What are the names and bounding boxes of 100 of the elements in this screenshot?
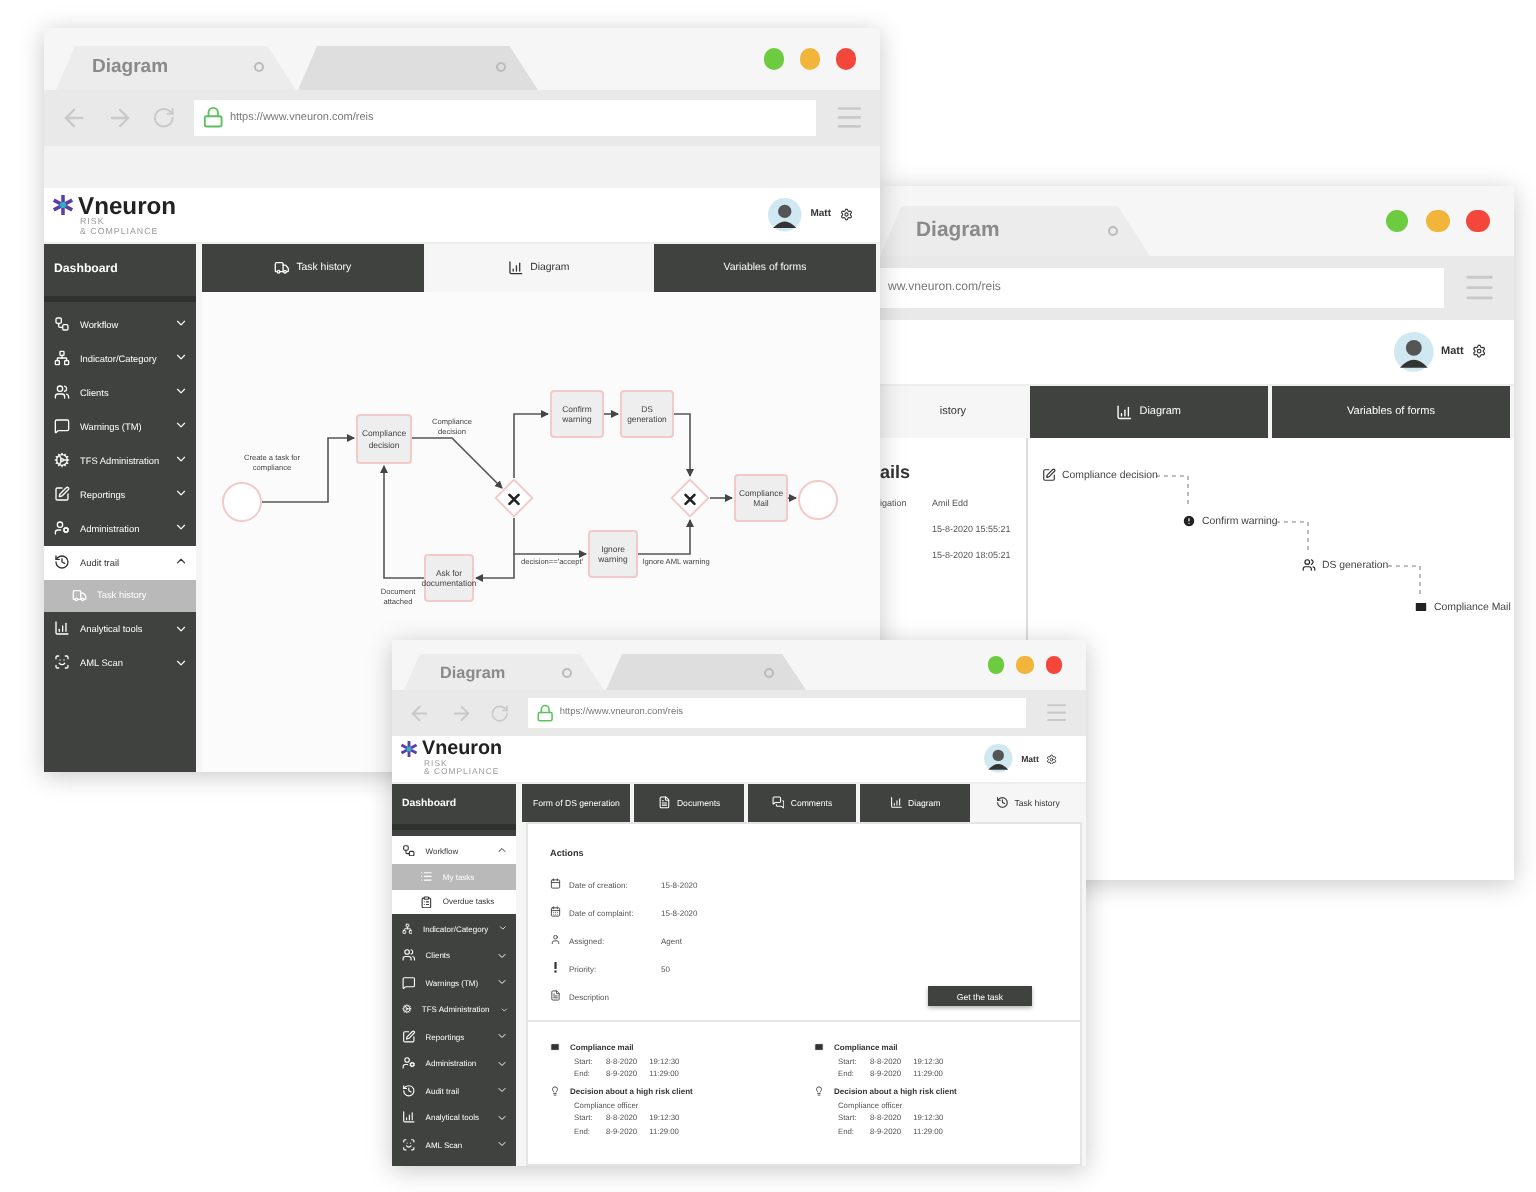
chevron-icon bbox=[499, 1003, 508, 1016]
gear-icon bbox=[54, 452, 70, 468]
menu-icon[interactable] bbox=[833, 102, 864, 134]
chevron-icon bbox=[173, 655, 188, 670]
edit-icon bbox=[402, 1029, 416, 1044]
chevron-icon bbox=[173, 621, 188, 636]
settings-icon[interactable] bbox=[839, 208, 852, 222]
mail-icon bbox=[814, 1042, 824, 1052]
chat-icon bbox=[402, 975, 416, 990]
logo-icon bbox=[52, 194, 74, 217]
logo-icon bbox=[400, 740, 418, 759]
face-scan-icon bbox=[54, 654, 70, 671]
bar-chart-icon bbox=[54, 620, 70, 637]
history-icon bbox=[402, 1083, 416, 1098]
chevron-icon bbox=[496, 1138, 508, 1151]
chevron-icon bbox=[496, 1084, 508, 1097]
bar-chart-icon bbox=[889, 796, 903, 810]
chevron-icon bbox=[496, 844, 508, 856]
logo-text: Vneuron bbox=[422, 739, 503, 760]
start-event bbox=[222, 482, 262, 522]
mail-icon bbox=[1414, 600, 1428, 614]
chat-icon bbox=[771, 796, 785, 810]
document-icon bbox=[658, 796, 671, 810]
minimize-button[interactable] bbox=[799, 48, 821, 70]
forward-icon[interactable] bbox=[106, 104, 134, 132]
history-icon bbox=[54, 554, 70, 570]
connector-arrow bbox=[603, 410, 619, 418]
bar-chart-icon bbox=[402, 1110, 416, 1125]
mail-icon bbox=[550, 1042, 560, 1052]
lightbulb-icon bbox=[814, 1086, 824, 1096]
back-icon[interactable] bbox=[408, 701, 431, 725]
connector-arrow bbox=[673, 413, 694, 477]
connector-arrow bbox=[787, 494, 797, 502]
truck-icon bbox=[72, 587, 88, 603]
document-icon bbox=[550, 990, 561, 1002]
bar-chart-icon bbox=[508, 260, 525, 276]
maximize-button[interactable] bbox=[763, 48, 785, 70]
gear-icon bbox=[402, 1002, 412, 1017]
tab-close-icon[interactable] bbox=[562, 667, 572, 677]
section-title: ails bbox=[880, 462, 913, 482]
settings-icon[interactable] bbox=[1046, 753, 1058, 765]
lock-icon bbox=[535, 703, 554, 723]
menu-icon[interactable] bbox=[1044, 700, 1070, 726]
cross-icon bbox=[681, 489, 699, 507]
edit-icon bbox=[1042, 468, 1056, 482]
lightbulb-icon bbox=[550, 1086, 560, 1096]
face-scan-icon bbox=[402, 1137, 416, 1152]
tab-close-icon[interactable] bbox=[496, 62, 506, 73]
chevron-icon bbox=[496, 1030, 508, 1043]
avatar-icon[interactable] bbox=[768, 198, 803, 232]
close-button[interactable] bbox=[1045, 656, 1062, 674]
user-gear-icon bbox=[402, 1056, 416, 1071]
dashed-connector bbox=[1155, 475, 1189, 509]
back-icon[interactable] bbox=[60, 104, 88, 132]
reload-icon[interactable] bbox=[152, 106, 176, 130]
close-button[interactable] bbox=[1466, 209, 1490, 233]
calendar-icon bbox=[550, 906, 561, 918]
connector-arrow bbox=[513, 410, 549, 479]
close-button[interactable] bbox=[835, 48, 856, 70]
connector-arrow bbox=[709, 494, 733, 502]
chevron-icon bbox=[496, 976, 508, 989]
settings-icon[interactable] bbox=[1471, 344, 1486, 360]
cross-icon bbox=[505, 489, 523, 507]
maximize-button[interactable] bbox=[1385, 209, 1409, 233]
alert-icon bbox=[1182, 514, 1196, 528]
chevron-icon bbox=[498, 922, 508, 935]
connector-arrow bbox=[637, 519, 694, 555]
dashed-connector bbox=[1275, 521, 1309, 553]
avatar-icon[interactable] bbox=[984, 744, 1014, 774]
reload-icon[interactable] bbox=[490, 703, 510, 723]
lock-icon bbox=[201, 106, 224, 130]
people-icon bbox=[54, 384, 70, 400]
calendar-icon bbox=[550, 878, 561, 890]
maximize-button[interactable] bbox=[987, 656, 1004, 674]
chevron-icon bbox=[496, 949, 508, 962]
chat-icon bbox=[54, 418, 70, 434]
tab-close-icon[interactable] bbox=[254, 62, 264, 73]
dashed-connector bbox=[1387, 565, 1421, 595]
minimize-button[interactable] bbox=[1426, 209, 1450, 233]
minimize-button[interactable] bbox=[1016, 656, 1033, 674]
workflow-icon bbox=[54, 316, 70, 332]
edit-icon bbox=[54, 486, 70, 502]
tab-close-icon[interactable] bbox=[764, 667, 774, 677]
bar-chart-icon bbox=[1116, 403, 1134, 421]
user-icon bbox=[550, 934, 561, 946]
hierarchy-icon bbox=[402, 921, 413, 936]
tab-close-icon[interactable] bbox=[1108, 225, 1118, 236]
user-gear-icon bbox=[54, 520, 70, 536]
forward-icon[interactable] bbox=[449, 701, 472, 725]
workflow-icon bbox=[402, 843, 416, 857]
chevron-icon bbox=[496, 1057, 508, 1070]
history-icon bbox=[995, 796, 1009, 810]
chevron-icon bbox=[496, 1111, 508, 1124]
people-icon bbox=[402, 948, 416, 963]
people-icon bbox=[1302, 558, 1316, 572]
truck-icon bbox=[274, 260, 291, 276]
avatar-icon[interactable] bbox=[1393, 332, 1434, 372]
end-event bbox=[798, 480, 838, 520]
hierarchy-icon bbox=[54, 350, 70, 366]
logo-text: Vneuron bbox=[78, 193, 177, 218]
